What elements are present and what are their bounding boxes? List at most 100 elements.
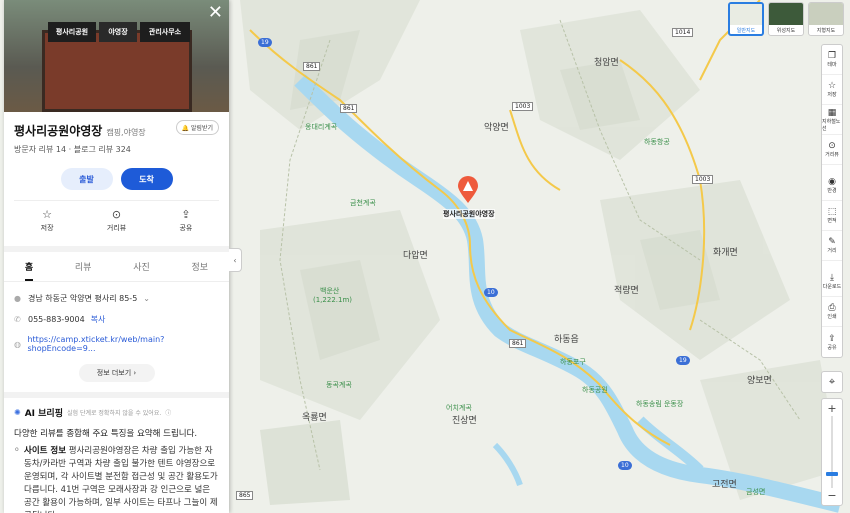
ai-item-text: 평사리공원야영장은 차량 출입 가능한 자동차/카라반 구역과 차량 출입 불가… — [24, 446, 218, 513]
print-icon: ⎙ — [828, 303, 836, 313]
tab-info[interactable]: 정보 — [192, 260, 209, 281]
arrive-button[interactable]: 도착 — [120, 168, 173, 190]
location-pin-icon: ● — [14, 294, 21, 303]
map-label: 다압면 — [403, 251, 428, 261]
photo-booth — [42, 30, 192, 112]
zoom-in-button[interactable]: + — [827, 402, 836, 415]
map-poi[interactable]: 하동송림 운동장 — [636, 399, 683, 409]
more-info-button[interactable]: 정보 더보기 › — [78, 364, 155, 382]
crosshair-icon: ⌖ — [828, 375, 836, 388]
route-shield: 19 — [258, 38, 272, 47]
tool-share[interactable]: ⇪ 공유 — [822, 327, 842, 357]
star-icon: ☆ — [827, 81, 837, 91]
radius-icon: ◉ — [828, 177, 836, 187]
tool-label: 반경 — [827, 188, 837, 194]
map-type-normal[interactable]: 일반지도 — [728, 2, 764, 36]
ai-summary-item: 사이트 정보 평사리공원야영장은 차량 출입 가능한 자동차/카라반 구역과 차… — [4, 443, 229, 513]
normal-map-thumb — [730, 4, 762, 25]
address-row[interactable]: ● 경남 하동군 악양면 평사리 85-5 ⌄ — [4, 288, 229, 309]
marker-label: 평사리공원야영장 — [443, 209, 495, 219]
chevron-right-icon: › — [133, 369, 137, 377]
ai-item-title: 사이트 정보 — [24, 446, 67, 456]
map-label: 악양면 — [484, 123, 509, 133]
map-label: 적량면 — [614, 286, 639, 296]
review-counts: 방문자 리뷰 14 · 블로그 리뷰 324 — [4, 139, 229, 160]
place-marker[interactable] — [457, 176, 479, 204]
tab-home[interactable]: 홈 — [24, 260, 34, 281]
place-panel: 평사리공원 야영장 관리사무소 ✕ 평사리공원야영장 캠핑,야영장 🔔 알림받기… — [4, 0, 229, 513]
share-icon: ⇪ — [828, 333, 836, 344]
tab-bar: 홈 리뷰 사진 정보 — [4, 252, 229, 282]
copy-link[interactable]: 복사 — [91, 314, 106, 325]
ai-note: 실험 단계로 정확하지 않을 수 있어요. — [67, 410, 162, 417]
download-icon: ⤓ — [830, 273, 834, 283]
phone-row: ✆ 055-883-9004 복사 — [4, 309, 229, 330]
collapse-panel-button[interactable]: ‹ — [229, 248, 242, 272]
notify-button[interactable]: 🔔 알림받기 — [175, 120, 219, 135]
tool-streetview[interactable]: ⊙ 거리뷰 — [822, 135, 842, 165]
share-icon: ⇪ — [181, 208, 191, 221]
tool-theme[interactable]: ❐ 테마 — [822, 45, 842, 75]
save-action[interactable]: ☆ 저장 — [41, 209, 54, 242]
map-label: 옥룡면 — [302, 413, 327, 423]
map-poi[interactable]: 백운산 — [320, 286, 339, 296]
map-poi[interactable]: 금천계곡 — [350, 198, 376, 208]
map-type-label: 위성지도 — [776, 28, 796, 34]
tool-label: 저장 — [827, 92, 837, 98]
close-icon[interactable]: ✕ — [208, 4, 223, 22]
tool-distance[interactable]: ✎ 거리 — [822, 231, 842, 261]
map-tools: ❐ 테마 ☆ 저장 ▦ 지하철노선 ⊙ 거리뷰 ◉ 반경 ⬚ 면적 ✎ 거리 ⤓ 다운로드 ⎙ 인… — [821, 44, 843, 358]
ai-intro: 다양한 리뷰를 종합해 주요 특징을 요약해 드립니다. — [14, 429, 198, 439]
globe-icon: ◍ — [14, 339, 21, 349]
map-type-label: 일반지도 — [736, 28, 756, 34]
route-shield: 1003 — [692, 175, 714, 184]
zoom-slider[interactable] — [826, 416, 838, 488]
zoom-out-button[interactable]: − — [827, 489, 836, 502]
route-shield: 10 — [618, 461, 632, 470]
map-type-satellite[interactable]: 위성지도 — [768, 2, 804, 36]
tab-reviews[interactable]: 리뷰 — [75, 260, 92, 281]
tool-label: 거리뷰 — [825, 152, 839, 158]
tool-print[interactable]: ⎙ 인쇄 — [822, 297, 842, 327]
info-icon[interactable]: ⓘ — [165, 408, 171, 417]
website-row: ◍ https://camp.xticket.kr/web/main?shopE… — [4, 330, 229, 358]
place-category: 캠핑,야영장 — [106, 128, 146, 137]
map-poi[interactable]: 하동항공 — [644, 137, 670, 147]
website-link[interactable]: https://camp.xticket.kr/web/main?shopEnc… — [27, 335, 219, 353]
subway-icon: ▦ — [827, 107, 837, 118]
map-poi: 금성면 — [746, 488, 766, 496]
streetview-icon: ⊙ — [828, 141, 836, 151]
tool-label: 인쇄 — [827, 314, 837, 320]
tab-photos[interactable]: 사진 — [133, 260, 150, 281]
map-poi[interactable]: 동곡계곡 — [326, 380, 352, 390]
zoom-knob[interactable] — [826, 472, 838, 476]
visitor-review-count[interactable]: 방문자 리뷰 14 — [14, 145, 66, 154]
photo-sign: 평사리공원 — [48, 22, 96, 42]
tool-radius[interactable]: ◉ 반경 — [822, 171, 842, 201]
share-action[interactable]: ⇪ 공유 — [179, 209, 192, 242]
layers-icon: ❐ — [827, 51, 837, 61]
start-button[interactable]: 출발 — [60, 168, 113, 190]
tool-area[interactable]: ⬚ 면적 — [822, 201, 842, 231]
tool-label: 지하철노선 — [822, 118, 841, 132]
map-poi[interactable]: 어치계곡 — [446, 403, 472, 413]
tool-download[interactable]: ⤓ 다운로드 — [822, 267, 842, 297]
blog-review-count[interactable]: 블로그 리뷰 324 — [74, 145, 131, 154]
map-type-terrain[interactable]: 지형지도 — [808, 2, 844, 36]
tool-subway[interactable]: ▦ 지하철노선 — [822, 105, 842, 135]
map-poi[interactable]: 하동공원 — [582, 385, 608, 395]
chevron-left-icon: ‹ — [233, 255, 237, 265]
chevron-down-icon[interactable]: ⌄ — [143, 294, 150, 303]
locate-me-button[interactable]: ⌖ — [821, 371, 843, 393]
map-label: 양보면 — [747, 376, 772, 386]
route-shield: 861 — [303, 62, 321, 71]
camping-marker-icon — [458, 176, 478, 203]
tool-save[interactable]: ☆ 저장 — [822, 75, 842, 105]
streetview-action[interactable]: ⊙ 거리뷰 — [107, 209, 126, 242]
map-poi[interactable]: 하동포구 — [560, 357, 586, 367]
map-poi[interactable]: 옹대리계곡 — [305, 122, 337, 132]
share-label: 공유 — [179, 224, 193, 232]
place-photo[interactable]: 평사리공원 야영장 관리사무소 ✕ — [4, 0, 229, 112]
map-label: 하동읍 — [554, 335, 579, 345]
tool-label: 다운로드 — [822, 284, 842, 290]
